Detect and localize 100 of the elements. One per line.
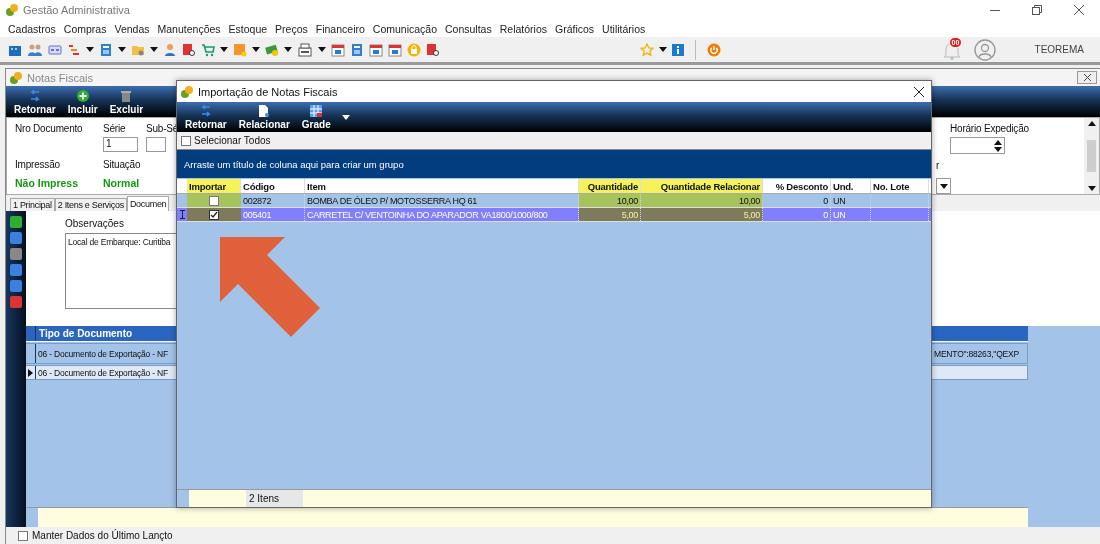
toolbar-button[interactable]: Grade [297,104,335,130]
money-icon[interactable] [265,42,279,57]
menu-item[interactable]: Comunicação [368,22,441,35]
register-icon[interactable] [297,42,313,57]
table-cell: 10,00 [641,194,763,207]
tab[interactable]: 2 Itens e Serviços [54,198,127,211]
side-tool-icon[interactable] [10,296,22,308]
column-header[interactable]: Quantidade Relacionar [641,179,763,193]
grid-icon [309,104,324,118]
caret-icon[interactable] [284,47,292,52]
menu-item[interactable]: Gráficos [551,22,599,35]
chart-icon[interactable] [67,42,81,57]
column-header[interactable]: Código [241,179,305,193]
caret-icon[interactable] [1087,186,1096,191]
side-tool-icon[interactable] [10,280,22,292]
caret-icon[interactable] [220,47,228,52]
checkbox[interactable] [209,209,219,220]
checkbox-label: Selecionar Todos [194,135,271,146]
caret-icon[interactable] [939,183,948,189]
close-button[interactable] [1077,71,1097,84]
scrollbar[interactable] [1084,118,1099,194]
caret-icon[interactable] [86,47,94,52]
menu-item[interactable]: Consultas [441,22,496,35]
calculator-icon[interactable] [350,42,364,57]
menu-item[interactable]: Vendas [110,22,154,35]
close-icon[interactable] [1083,74,1091,81]
calculator-icon[interactable] [99,42,113,57]
side-tool-icon[interactable] [10,216,22,228]
card-icon[interactable] [48,42,62,57]
people-icon[interactable] [27,42,43,57]
caret-icon[interactable] [252,47,260,52]
column-header[interactable]: Quantidade [579,179,641,193]
menu-item[interactable]: Relatórios [495,22,551,35]
row-pointer-icon [28,368,33,377]
caret-icon[interactable] [118,47,126,52]
table-row[interactable]: 002872 BOMBA DE ÓLEO P/ MOTOSSERRA HQ 61 10,00 10,00 0 UN [177,194,931,208]
close-icon[interactable] [1074,5,1084,15]
time-spinner[interactable] [950,137,1005,154]
caret-up-icon[interactable] [994,139,1002,145]
report-icon[interactable] [182,42,196,57]
checkbox[interactable] [181,135,191,146]
table-row[interactable]: 005401 CARRETEL C/ VENTOINHA DO APARADOR VA1800/1000/800 5,00 5,00 0 UN [177,208,931,222]
calendar-icon[interactable] [331,42,345,57]
caret-icon[interactable] [150,47,158,52]
menu-item[interactable]: Cadastros [4,22,60,35]
cart-icon[interactable] [201,42,215,57]
table-cell: UN [831,194,871,207]
toolbar-button[interactable]: Relacionar [234,104,294,130]
menu-item[interactable]: Utilitários [598,22,650,35]
group-by-panel: Arraste um título de coluna aqui para criar um grupo [177,150,931,178]
caret-icon[interactable] [341,115,350,120]
caret-icon[interactable] [994,146,1002,152]
user-avatar-icon[interactable] [973,38,996,61]
side-tool-icon[interactable] [10,232,22,244]
report-icon[interactable] [426,42,440,57]
side-tool-icon[interactable] [10,248,22,260]
column-header[interactable]: Und. [831,179,871,193]
tab[interactable]: 1 Principal [10,198,55,211]
person-icon[interactable] [163,42,177,57]
app-logo-icon [180,84,194,99]
dialog-title: Importação de Notas Fiscais [198,85,338,98]
menu-item[interactable]: Manutenções [153,22,225,35]
column-header: Tipo de Documento [38,327,133,341]
field-label: Nro Documento [15,123,84,135]
info-icon[interactable] [672,43,684,56]
column-header[interactable]: Importar [187,179,241,193]
toolbar-button[interactable]: Retornar [10,89,60,115]
restore-icon[interactable] [1032,5,1042,15]
input-field[interactable] [146,137,166,152]
menu-item[interactable]: Compras [59,22,111,35]
app-logo-icon [5,3,19,17]
calendar-icon[interactable] [388,42,402,57]
star-icon[interactable] [640,42,654,57]
caret-icon[interactable] [659,47,667,52]
table-cell: 002872 [241,194,305,207]
field-label: Série [103,123,127,135]
power-icon[interactable] [707,42,721,57]
window-title: Notas Fiscais [27,71,94,84]
checkbox[interactable] [18,530,28,541]
toolbar-button[interactable]: Retornar [181,104,231,130]
table-cell: 0 [763,194,831,207]
menu-item[interactable]: Financeiro [311,22,369,35]
column-header[interactable]: % Desconto [763,179,831,193]
tab[interactable]: Documen [126,196,170,211]
toolbar-button[interactable]: Incluir [63,89,102,115]
checkbox[interactable] [209,195,219,206]
table-cell: 5,00 [641,208,763,221]
dropdown-button[interactable] [936,178,951,194]
calendar-icon[interactable] [369,42,383,57]
input-field[interactable]: 1 [103,137,138,152]
side-tool-icon[interactable] [10,264,22,276]
minimize-icon[interactable] [990,9,1000,11]
column-header[interactable]: No. Lote [871,179,929,193]
menu-item[interactable]: Preços [271,22,312,35]
caret-icon[interactable] [318,47,326,52]
close-icon[interactable] [914,86,924,97]
table-cell: 0 [763,208,831,221]
toolbar-button[interactable]: Excluir [105,89,148,115]
menu-item[interactable]: Estoque [224,22,272,35]
caret-up-icon[interactable] [1087,121,1096,126]
